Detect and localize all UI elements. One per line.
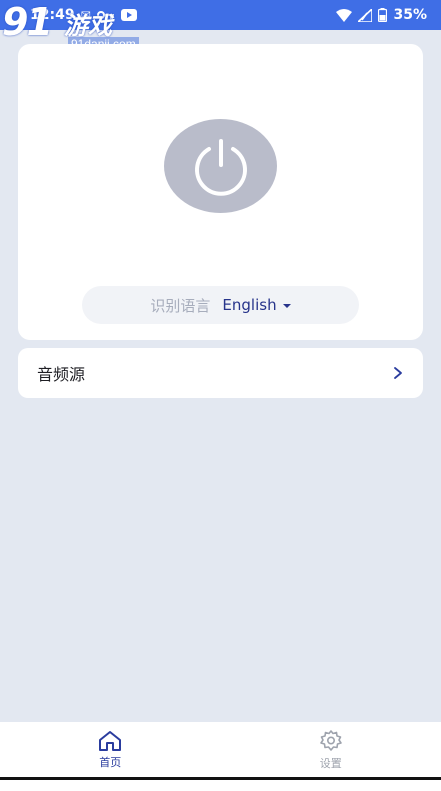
signal-icon (358, 8, 373, 22)
language-label: 识别语言 (150, 296, 211, 315)
audio-source-row[interactable]: 音频源 (18, 348, 423, 398)
battery-icon (378, 8, 388, 22)
chevron-right-icon (394, 367, 402, 379)
language-value: English (222, 296, 277, 314)
caret-down-icon (282, 304, 291, 308)
nav-label-home: 首页 (99, 755, 122, 769)
gesture-bar (0, 777, 441, 791)
language-dropdown[interactable]: English (222, 296, 291, 314)
main-card: 识别语言 English (18, 44, 423, 340)
notification-icon: ✉ (80, 8, 91, 22)
audio-source-label: 音频源 (37, 365, 86, 384)
status-right: 35% (336, 7, 427, 23)
bottom-nav: 首页 设置 (0, 722, 441, 777)
home-icon (99, 730, 122, 751)
language-selector: 识别语言 English (82, 286, 359, 324)
nav-label-settings: 设置 (319, 756, 342, 770)
wifi-icon (336, 8, 353, 22)
power-icon (194, 139, 247, 196)
gear-icon (319, 729, 342, 751)
nav-item-home[interactable]: 首页 (0, 722, 221, 777)
key-icon (96, 11, 114, 19)
nav-item-settings[interactable]: 设置 (221, 722, 441, 777)
power-button[interactable] (164, 119, 277, 213)
status-time: 12:49 (30, 7, 75, 23)
status-left: 12:49 ✉ (30, 7, 137, 23)
status-bar: 12:49 ✉ 35% (0, 0, 441, 30)
battery-percent: 35% (393, 7, 427, 23)
youtube-icon (120, 9, 137, 21)
